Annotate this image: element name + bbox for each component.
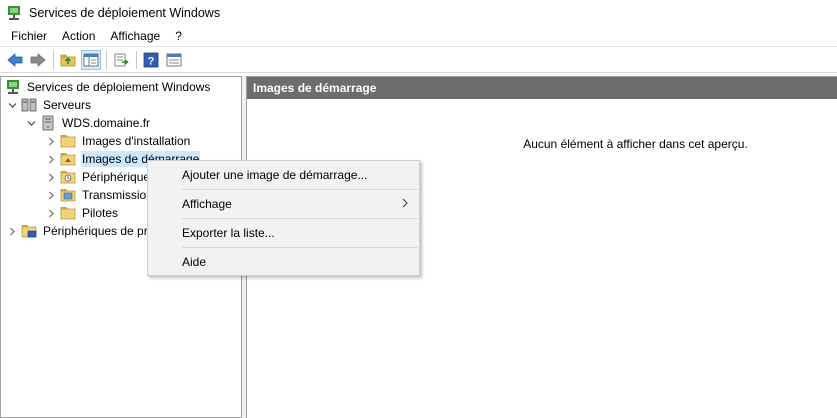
menu-action[interactable]: Action xyxy=(55,27,102,45)
chevron-right-icon xyxy=(401,197,409,212)
menu-item-label: Aide xyxy=(182,255,207,269)
back-icon[interactable] xyxy=(5,50,25,70)
menu-item-export-list[interactable]: Exporter la liste... xyxy=(148,222,419,244)
ad-devices-icon xyxy=(21,223,37,239)
toolbar-separator xyxy=(53,50,54,69)
show-hide-tree-icon[interactable] xyxy=(81,49,101,70)
tree-item-drivers[interactable]: Pilotes xyxy=(46,204,119,222)
menu-fichier[interactable]: Fichier xyxy=(5,27,54,45)
toolbar: ? xyxy=(0,46,837,73)
forward-icon[interactable] xyxy=(28,50,48,70)
chevron-down-icon[interactable] xyxy=(7,100,17,110)
tree-item-server[interactable]: WDS.domaine.fr xyxy=(26,114,151,132)
menu-separator xyxy=(182,247,418,248)
menu-item-view[interactable]: Affichage xyxy=(148,193,419,215)
multicast-icon xyxy=(60,187,76,203)
tree-label-install-images: Images d'installation xyxy=(82,134,191,148)
toolbar-separator xyxy=(136,50,137,69)
results-pane-header: Images de démarrage xyxy=(247,77,837,99)
chevron-right-icon[interactable] xyxy=(46,190,56,200)
menu-separator xyxy=(182,189,418,190)
tree-item-multicast[interactable]: Transmissio xyxy=(46,186,147,204)
wds-app-icon xyxy=(8,6,20,20)
help-icon[interactable]: ? xyxy=(141,50,161,70)
chevron-right-icon[interactable] xyxy=(46,172,56,182)
properties-icon[interactable] xyxy=(164,50,184,70)
tree-label-server: WDS.domaine.fr xyxy=(62,116,151,130)
tree-label-drivers: Pilotes xyxy=(82,206,119,220)
tree-item-install-images[interactable]: Images d'installation xyxy=(46,132,191,150)
servers-icon xyxy=(21,97,37,113)
tree-label-pending-devices: Périphériques xyxy=(82,170,157,184)
title-bar: Services de déploiement Windows xyxy=(0,0,837,26)
menu-item-label: Affichage xyxy=(182,197,232,211)
tree-label-ad-devices: Périphériques de pr xyxy=(43,224,148,238)
chevron-right-icon[interactable] xyxy=(46,154,56,164)
menu-help[interactable]: ? xyxy=(168,27,189,45)
pending-devices-icon xyxy=(60,169,76,185)
menu-item-add-boot-image[interactable]: Ajouter une image de démarrage... xyxy=(148,164,419,186)
empty-message: Aucun élément à afficher dans cet aperçu… xyxy=(523,137,748,151)
tree-label-multicast: Transmissio xyxy=(82,188,147,202)
tree-label-root: Services de déploiement Windows xyxy=(27,80,211,94)
folder-icon xyxy=(60,205,76,221)
chevron-right-icon[interactable] xyxy=(7,226,17,236)
wds-icon xyxy=(5,79,21,95)
menu-item-help[interactable]: Aide xyxy=(148,251,419,273)
tree-label-servers: Serveurs xyxy=(43,98,92,112)
up-folder-icon[interactable] xyxy=(58,50,78,70)
chevron-right-icon[interactable] xyxy=(46,136,56,146)
server-icon xyxy=(40,115,56,131)
context-menu: Ajouter une image de démarrage... Affich… xyxy=(147,160,420,276)
menu-item-label: Exporter la liste... xyxy=(182,226,275,240)
tree-item-servers[interactable]: Serveurs xyxy=(7,96,92,114)
tree-item-ad-devices[interactable]: Périphériques de pr xyxy=(7,222,149,240)
boot-folder-icon xyxy=(60,151,76,167)
tree-item-root[interactable]: Services de déploiement Windows xyxy=(5,78,211,96)
menu-affichage[interactable]: Affichage xyxy=(103,27,167,45)
svg-text:?: ? xyxy=(148,55,155,67)
tree-item-pending-devices[interactable]: Périphériques xyxy=(46,168,157,186)
window-title: Services de déploiement Windows xyxy=(29,6,221,20)
chevron-down-icon[interactable] xyxy=(26,118,36,128)
results-pane-title: Images de démarrage xyxy=(253,81,377,95)
chevron-right-icon[interactable] xyxy=(46,208,56,218)
export-list-icon[interactable] xyxy=(111,50,131,70)
toolbar-separator xyxy=(106,50,107,69)
menu-separator xyxy=(182,218,418,219)
menu-item-label: Ajouter une image de démarrage... xyxy=(182,168,368,182)
menu-bar: Fichier Action Affichage ? xyxy=(0,26,837,46)
folder-icon xyxy=(60,133,76,149)
